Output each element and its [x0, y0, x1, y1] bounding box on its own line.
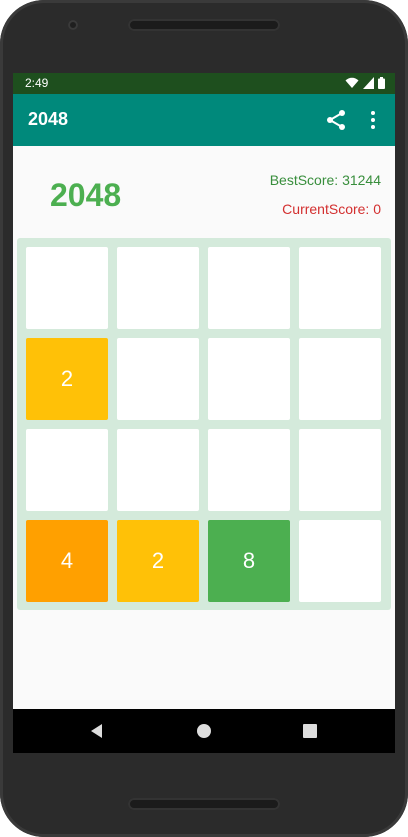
more-vert-icon [371, 111, 375, 129]
tile-r3-c2 [117, 429, 199, 511]
home-button[interactable] [194, 721, 214, 741]
tile-r4-c1: 4 [26, 520, 108, 602]
tile-r1-c2 [117, 247, 199, 329]
battery-icon [378, 77, 385, 89]
wifi-icon [345, 77, 359, 88]
status-icons [345, 77, 385, 89]
tile-r3-c3 [208, 429, 290, 511]
app-title: 2048 [28, 109, 69, 129]
tile-r1-c1 [26, 247, 108, 329]
best-score: BestScore: 31244 [269, 172, 381, 188]
recents-button[interactable] [300, 721, 320, 741]
app-bar: 2048 [13, 94, 395, 146]
back-button[interactable] [87, 721, 107, 741]
recents-icon [303, 724, 317, 738]
tile-r4-c4 [299, 520, 381, 602]
tile-r3-c4 [299, 429, 381, 511]
tile-r2-c1: 2 [26, 338, 108, 420]
tile-r1-c4 [299, 247, 381, 329]
tile-r1-c3 [208, 247, 290, 329]
status-bar: 2:49 [13, 73, 395, 94]
overflow-menu-button[interactable] [365, 108, 381, 132]
back-icon [91, 724, 102, 738]
current-score: CurrentScore: 0 [282, 201, 381, 217]
tile-r4-c3: 8 [208, 520, 290, 602]
game-board[interactable]: 2428 [17, 238, 391, 610]
tile-r2-c2 [117, 338, 199, 420]
status-time: 2:49 [25, 76, 49, 90]
share-icon [327, 110, 345, 130]
tile-r2-c3 [208, 338, 290, 420]
share-button[interactable] [324, 108, 348, 132]
tile-r4-c2: 2 [117, 520, 199, 602]
game-title: 2048 [50, 177, 122, 213]
front-camera [68, 20, 78, 30]
screen: 2:49 2048 2048 BestScore: 31244 CurrentS… [13, 73, 395, 753]
tile-r3-c1 [26, 429, 108, 511]
phone-frame: 2:49 2048 2048 BestScore: 31244 CurrentS… [0, 0, 408, 837]
signal-icon [363, 77, 374, 89]
top-speaker [128, 19, 280, 31]
navigation-bar [13, 709, 395, 753]
bottom-speaker [128, 798, 280, 810]
tile-r2-c4 [299, 338, 381, 420]
home-icon [197, 724, 211, 738]
